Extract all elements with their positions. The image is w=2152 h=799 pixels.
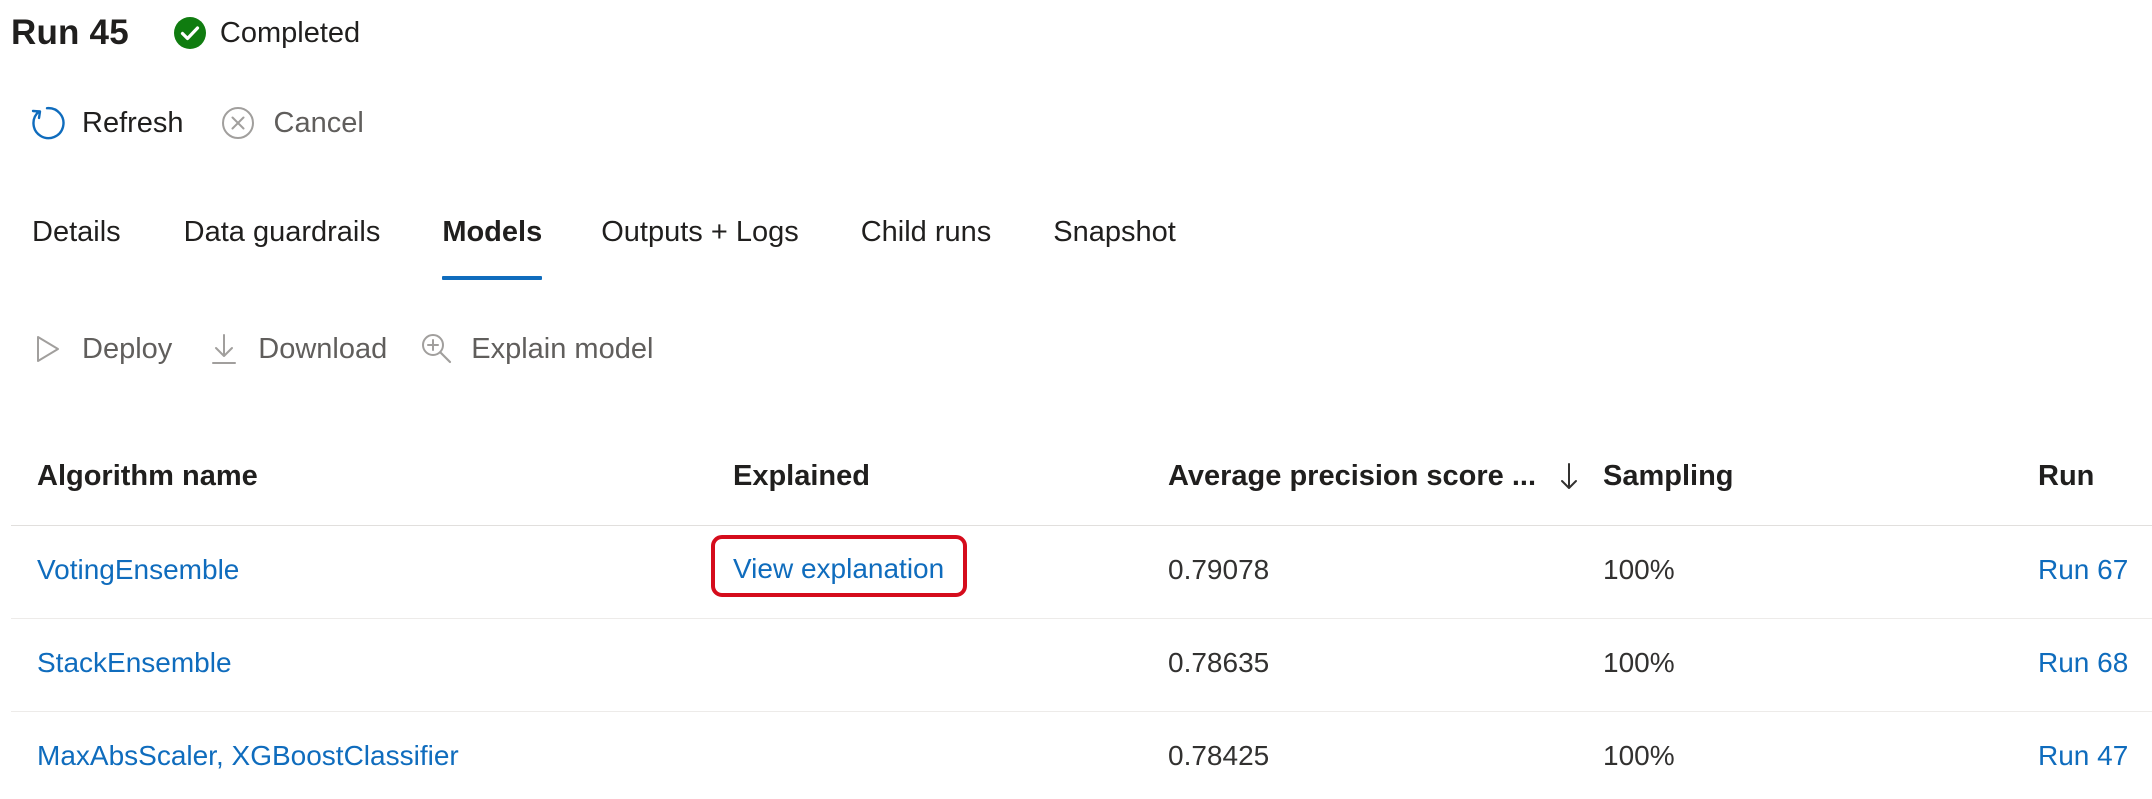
tab-data-guardrails[interactable]: Data guardrails (184, 212, 381, 284)
table-header: Algorithm name Explained Average precisi… (11, 440, 2152, 526)
table-row[interactable]: StackEnsemble 0.78635 100% Run 68 (11, 619, 2152, 712)
run-link[interactable]: Run 68 (2038, 647, 2128, 679)
tab-snapshot[interactable]: Snapshot (1053, 212, 1176, 284)
check-circle-icon (173, 17, 206, 49)
algorithm-link[interactable]: VotingEnsemble (37, 554, 239, 586)
download-icon (212, 334, 237, 364)
algorithm-link[interactable]: StackEnsemble (37, 647, 232, 679)
cancel-button[interactable]: Cancel (218, 103, 364, 143)
arrow-down-icon (1561, 463, 1578, 490)
page-title: Run 45 (11, 13, 129, 52)
score-cell: 0.78425 (1168, 740, 1270, 771)
tab-list: Details Data guardrails Models Outputs +… (32, 212, 1176, 284)
status-label: Completed (219, 16, 361, 49)
model-action-bar: Deploy Download Explain model (30, 324, 653, 374)
refresh-button[interactable]: Refresh (26, 103, 184, 143)
sampling-cell: 100% (1603, 554, 1675, 585)
run-link[interactable]: Run 67 (2038, 554, 2128, 586)
score-cell: 0.79078 (1168, 554, 1270, 585)
zoom-in-icon (422, 334, 452, 364)
refresh-label: Refresh (82, 106, 184, 139)
algorithm-link[interactable]: MaxAbsScaler, XGBoostClassifier (37, 740, 459, 772)
score-cell: 0.78635 (1168, 647, 1270, 678)
command-bar: Refresh Cancel (26, 98, 364, 148)
table-row[interactable]: VotingEnsemble View explanation 0.79078 … (11, 526, 2152, 619)
run-details-page: Run 45 Completed Refresh Cancel Details … (0, 0, 2152, 799)
cancel-circle-icon (221, 107, 254, 139)
sampling-cell: 100% (1603, 740, 1675, 771)
column-header-score-label: Average precision score ... (1168, 460, 1537, 492)
cancel-label: Cancel (273, 106, 364, 139)
tab-details[interactable]: Details (32, 212, 121, 284)
view-explanation-link[interactable]: View explanation (733, 553, 944, 585)
download-label: Download (258, 332, 388, 365)
models-table: Algorithm name Explained Average precisi… (11, 440, 2152, 799)
tab-child-runs[interactable]: Child runs (861, 212, 992, 284)
status-badge: Completed (173, 16, 360, 50)
column-header-explained[interactable]: Explained (733, 460, 870, 493)
explain-model-label: Explain model (471, 332, 654, 365)
column-header-score[interactable]: Average precision score ... (1168, 460, 1580, 493)
refresh-icon (31, 106, 65, 140)
play-icon (37, 336, 59, 362)
table-row[interactable]: MaxAbsScaler, XGBoostClassifier 0.78425 … (11, 712, 2152, 799)
tab-outputs-logs[interactable]: Outputs + Logs (601, 212, 799, 284)
column-header-algorithm[interactable]: Algorithm name (37, 460, 258, 493)
sampling-cell: 100% (1603, 647, 1675, 678)
download-button[interactable]: Download (206, 330, 387, 368)
run-link[interactable]: Run 47 (2038, 740, 2128, 772)
page-header: Run 45 Completed (11, 10, 360, 56)
deploy-button[interactable]: Deploy (30, 330, 172, 368)
column-header-sampling[interactable]: Sampling (1603, 460, 1734, 493)
tab-models[interactable]: Models (442, 212, 542, 284)
explain-model-button[interactable]: Explain model (419, 330, 653, 368)
column-header-run[interactable]: Run (2038, 460, 2094, 493)
deploy-label: Deploy (82, 332, 173, 365)
